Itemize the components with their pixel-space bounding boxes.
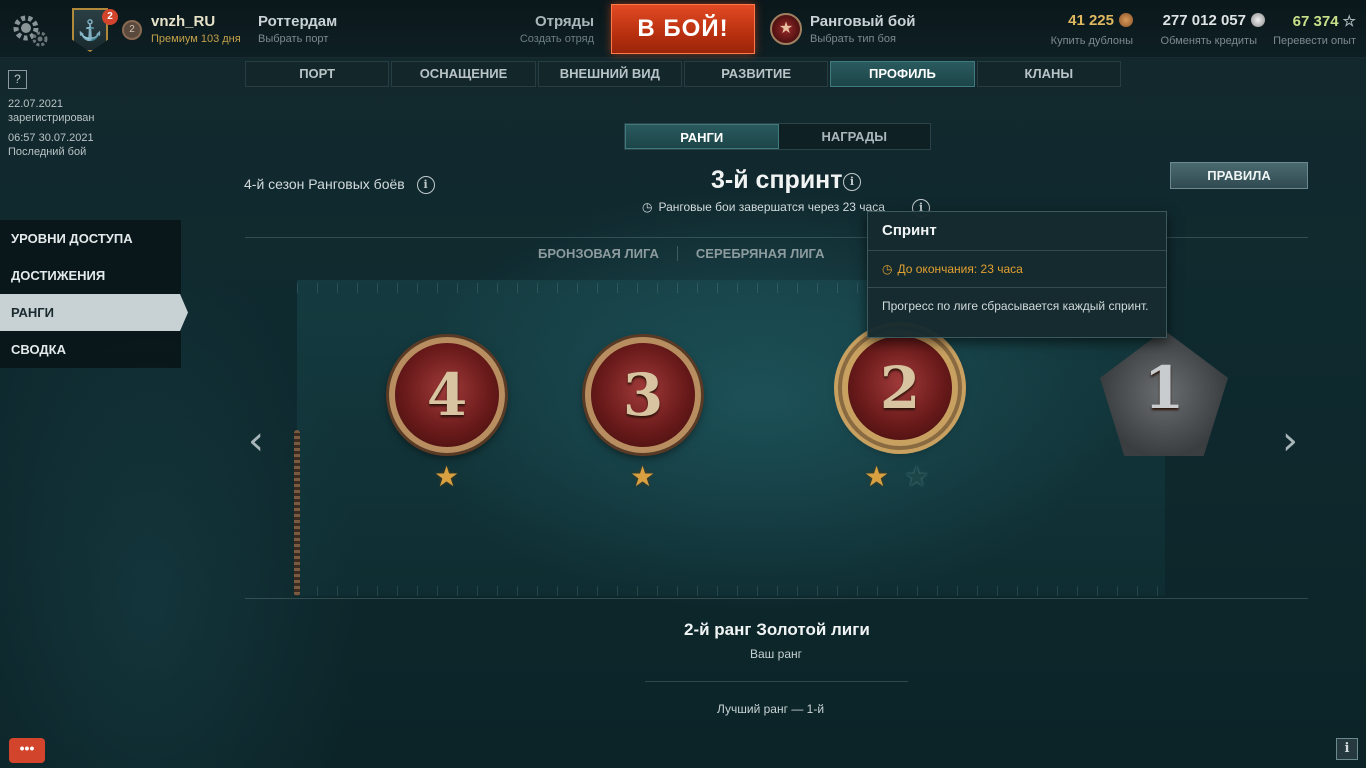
tab-equipment[interactable]: ОСНАЩЕНИЕ bbox=[391, 61, 536, 87]
season-info-icon[interactable]: i bbox=[416, 176, 435, 195]
ranked-mode-icon[interactable]: ★ bbox=[770, 13, 802, 45]
sidebar-item-achievements[interactable]: ДОСТИЖЕНИЯ bbox=[0, 257, 181, 294]
last-battle-label: Последний бой bbox=[8, 146, 87, 158]
ranks-subtabs: РАНГИ НАГРАДЫ bbox=[624, 123, 931, 150]
rank-2-medal[interactable]: 2 bbox=[842, 330, 958, 446]
rank-number: 2 bbox=[879, 354, 921, 422]
best-rank: Лучший ранг — 1-й bbox=[717, 702, 825, 716]
season-title: 4-й сезон Ранговых боёв i bbox=[244, 176, 435, 195]
current-rank-name: 2-й ранг Золотой лиги bbox=[684, 620, 870, 639]
convert-xp-label[interactable]: Перевести опыт bbox=[1273, 35, 1356, 47]
clock-icon: ◷ bbox=[882, 262, 893, 276]
scroll-left-arrow-icon[interactable]: ‹ bbox=[248, 418, 264, 464]
rank-number: 3 bbox=[622, 361, 664, 429]
sprint-timer-text: Ранговые бои завершатся через 23 часа bbox=[658, 200, 885, 214]
tooltip-divider bbox=[868, 250, 1166, 251]
tab-clans[interactable]: КЛАНЫ bbox=[976, 61, 1121, 87]
exchange-credits-label[interactable]: Обменять кредиты bbox=[1161, 35, 1257, 47]
divider bbox=[645, 681, 908, 682]
account-level-badge: 2 bbox=[122, 20, 142, 40]
help-button[interactable]: ? bbox=[8, 70, 27, 89]
season-label: 4-й сезон Ранговых боёв bbox=[244, 176, 405, 192]
anchor-icon: ⚓ bbox=[77, 20, 103, 42]
info-button[interactable]: i bbox=[1336, 738, 1358, 760]
league-tab-silver[interactable]: СЕРЕБРЯНАЯ ЛИГА bbox=[678, 246, 843, 261]
sprint-title: 3-й спринт bbox=[711, 166, 843, 194]
premium-status[interactable]: Премиум 103 дня bbox=[151, 33, 241, 45]
rank-2-star-earned-icon: ★ bbox=[864, 461, 890, 492]
tooltip-description: Прогресс по лиге сбрасывается каждый спр… bbox=[882, 299, 1149, 313]
chat-button[interactable]: ••• bbox=[9, 738, 45, 763]
rank-number: 4 bbox=[426, 361, 468, 429]
main-navigation: ПОРТ ОСНАЩЕНИЕ ВНЕШНИЙ ВИД РАЗВИТИЕ ПРОФ… bbox=[245, 61, 1121, 87]
rank-2-star-empty-icon: ★ bbox=[904, 461, 930, 492]
sidebar-item-summary[interactable]: СВОДКА bbox=[0, 331, 181, 368]
sprint-timer: ◷ Ранговые бои завершатся через 23 часа bbox=[642, 200, 885, 214]
rank-4-star-earned-icon: ★ bbox=[434, 461, 460, 492]
doubloons-value[interactable]: 41 225 bbox=[1068, 12, 1133, 29]
sidebar-item-access-levels[interactable]: УРОВНИ ДОСТУПА bbox=[0, 220, 181, 257]
rules-button[interactable]: ПРАВИЛА bbox=[1170, 162, 1308, 189]
battle-mode-sub[interactable]: Выбрать тип боя bbox=[810, 33, 896, 45]
clock-icon: ◷ bbox=[642, 200, 653, 214]
sprint-tooltip: Спринт ◷ До окончания: 23 часа Прогресс п… bbox=[867, 211, 1167, 338]
doubloon-coin-icon bbox=[1119, 13, 1133, 27]
rank-4-medal[interactable]: 4 bbox=[389, 337, 505, 453]
squads-label[interactable]: Отряды bbox=[535, 13, 594, 30]
tooltip-divider bbox=[868, 287, 1166, 288]
top-bar: ⚓ 2 2 vnzh_RU Премиум 103 дня Роттердам … bbox=[0, 0, 1366, 58]
port-selector-sub[interactable]: Выбрать порт bbox=[258, 33, 328, 45]
sprint-info-icon[interactable]: i bbox=[843, 173, 861, 191]
registered-date: 22.07.2021 bbox=[8, 98, 64, 110]
tab-development[interactable]: РАЗВИТИЕ bbox=[683, 61, 829, 87]
league-tab-bronze[interactable]: БРОНЗОВАЯ ЛИГА bbox=[520, 246, 678, 261]
rank-3-star-earned-icon: ★ bbox=[630, 461, 656, 492]
tooltip-remaining: ◷ До окончания: 23 часа bbox=[882, 262, 1023, 276]
rank-number: 1 bbox=[1143, 354, 1185, 422]
scroll-right-arrow-icon[interactable]: › bbox=[1282, 418, 1298, 464]
divider bbox=[245, 598, 1308, 599]
credits-value[interactable]: 277 012 057 bbox=[1163, 12, 1265, 29]
tab-profile[interactable]: ПРОФИЛЬ bbox=[830, 61, 975, 87]
subtab-rewards[interactable]: НАГРАДЫ bbox=[778, 124, 930, 149]
league-tabs: БРОНЗОВАЯ ЛИГА СЕРЕБРЯНАЯ ЛИГА bbox=[520, 246, 843, 261]
tab-appearance[interactable]: ВНЕШНИЙ ВИД bbox=[537, 61, 682, 87]
free-xp-star-icon: ☆ bbox=[1342, 13, 1356, 30]
rank-track-bottom-ticks bbox=[297, 586, 1165, 596]
last-battle-date: 06:57 30.07.2021 bbox=[8, 132, 94, 144]
squads-sub[interactable]: Создать отряд bbox=[520, 33, 594, 45]
battle-button[interactable]: В БОЙ! bbox=[611, 4, 755, 54]
tooltip-title: Спринт bbox=[882, 222, 937, 239]
credits-coin-icon bbox=[1251, 13, 1265, 27]
subtab-ranks[interactable]: РАНГИ bbox=[625, 124, 779, 149]
profile-side-menu: УРОВНИ ДОСТУПА ДОСТИЖЕНИЯ РАНГИ СВОДКА bbox=[0, 220, 188, 368]
rope-decoration bbox=[294, 430, 300, 596]
rank-3-medal[interactable]: 3 bbox=[585, 337, 701, 453]
registered-label: зарегистрирован bbox=[8, 112, 95, 124]
sidebar-item-ranks[interactable]: РАНГИ bbox=[0, 294, 188, 331]
battle-mode-label[interactable]: Ранговый бой bbox=[810, 13, 916, 30]
current-rank-label: Ваш ранг bbox=[750, 647, 802, 661]
free-xp-value[interactable]: 67 374 ☆ bbox=[1293, 12, 1356, 30]
tab-port[interactable]: ПОРТ bbox=[245, 61, 390, 87]
settings-gear-icon[interactable] bbox=[10, 12, 50, 48]
notification-count-badge: 2 bbox=[102, 9, 118, 25]
buy-doubloons-label[interactable]: Купить дублоны bbox=[1051, 35, 1133, 47]
port-selector-label[interactable]: Роттердам bbox=[258, 13, 337, 30]
player-nickname[interactable]: vnzh_RU bbox=[151, 13, 215, 30]
